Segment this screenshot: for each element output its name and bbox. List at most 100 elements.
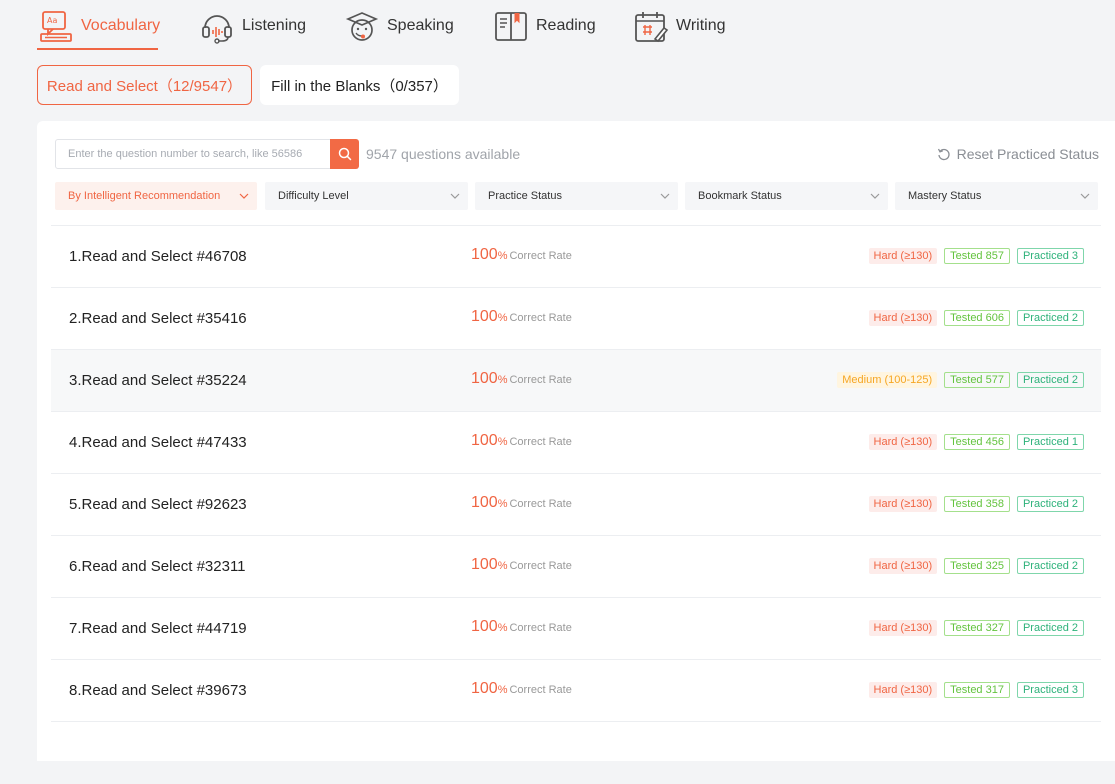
nav-tab-speaking[interactable]: Speaking	[343, 4, 454, 48]
chevron-down-icon	[660, 191, 670, 204]
correct-rate: 100% Correct Rate	[471, 556, 572, 573]
practiced-badge: Practiced 3	[1016, 248, 1084, 264]
nav-label: Listening	[242, 17, 307, 34]
difficulty-badge: Hard (≥130)	[868, 682, 938, 698]
question-title: 5.Read and Select #92623	[69, 496, 247, 513]
practiced-badge: Practiced 1	[1016, 434, 1084, 450]
subtab-fill-in-the-blanks[interactable]: Fill in the Blanks（0/357）	[260, 65, 459, 105]
rate-value: 100	[471, 370, 498, 387]
filter-practice-status[interactable]: Practice Status	[475, 182, 678, 210]
chevron-down-icon	[239, 191, 249, 204]
filter-label: Bookmark Status	[698, 190, 782, 202]
rate-label: Correct Rate	[509, 622, 572, 634]
question-row[interactable]: 5.Read and Select #92623 100% Correct Rat…	[51, 473, 1101, 536]
rate-value: 100	[471, 432, 498, 449]
filter-sort-recommendation[interactable]: By Intelligent Recommendation	[55, 182, 257, 210]
search-button[interactable]	[330, 139, 359, 169]
filter-label: Mastery Status	[908, 190, 982, 202]
correct-rate: 100% Correct Rate	[471, 680, 572, 697]
reset-practiced-status-button[interactable]: Reset Practiced Status	[937, 146, 1099, 162]
filter-label: Difficulty Level	[278, 190, 349, 202]
rate-value: 100	[471, 246, 498, 263]
practiced-badge: Practiced 3	[1016, 682, 1084, 698]
question-title: 4.Read and Select #47433	[69, 434, 247, 451]
nav-tab-writing[interactable]: Writing	[632, 4, 726, 48]
reset-label: Reset Practiced Status	[956, 146, 1099, 162]
practiced-badge: Practiced 2	[1016, 620, 1084, 636]
subtab-read-and-select[interactable]: Read and Select（12/9547）	[37, 65, 252, 105]
chevron-down-icon	[870, 191, 880, 204]
question-title: 6.Read and Select #32311	[69, 558, 246, 575]
tested-badge: Tested 456	[944, 434, 1010, 450]
rate-label: Correct Rate	[509, 560, 572, 572]
nav-label: Writing	[676, 17, 726, 34]
top-nav: Aa Vocabulary Listening Speaking Reading…	[0, 0, 1115, 58]
difficulty-badge: Hard (≥130)	[868, 434, 938, 450]
difficulty-badge: Medium (100-125)	[837, 372, 938, 388]
practiced-badge: Practiced 2	[1016, 310, 1084, 326]
question-row[interactable]: 4.Read and Select #47433 100% Correct Rat…	[51, 411, 1101, 474]
practiced-badge: Practiced 2	[1016, 372, 1084, 388]
rate-value: 100	[471, 494, 498, 511]
rate-label: Correct Rate	[509, 250, 572, 262]
question-row[interactable]: 3.Read and Select #35224 100% Correct Rat…	[51, 349, 1101, 412]
rate-label: Correct Rate	[509, 498, 572, 510]
speaking-icon	[343, 7, 381, 45]
tested-badge: Tested 325	[944, 558, 1010, 574]
nav-tab-reading[interactable]: Reading	[492, 4, 596, 48]
tested-badge: Tested 358	[944, 496, 1010, 512]
tested-badge: Tested 317	[944, 682, 1010, 698]
question-row[interactable]: 2.Read and Select #35416 100% Correct Rat…	[51, 287, 1101, 350]
difficulty-badge: Hard (≥130)	[868, 620, 938, 636]
difficulty-badge: Hard (≥130)	[868, 558, 938, 574]
correct-rate: 100% Correct Rate	[471, 618, 572, 635]
filter-label: Practice Status	[488, 190, 562, 202]
rate-value: 100	[471, 680, 498, 697]
rate-value: 100	[471, 618, 498, 635]
question-title: 8.Read and Select #39673	[69, 682, 247, 699]
tested-badge: Tested 327	[944, 620, 1010, 636]
svg-text:Aa: Aa	[47, 16, 57, 25]
question-title: 1.Read and Select #46708	[69, 248, 247, 265]
question-row[interactable]: 6.Read and Select #32311 100% Correct Rat…	[51, 535, 1101, 598]
difficulty-badge: Hard (≥130)	[868, 248, 938, 264]
book-icon	[492, 7, 530, 45]
nav-label: Reading	[536, 17, 596, 34]
question-title: 7.Read and Select #44719	[69, 620, 247, 637]
vocabulary-icon: Aa	[37, 7, 75, 45]
tested-badge: Tested 577	[944, 372, 1010, 388]
question-row[interactable]	[51, 721, 1101, 784]
reset-icon	[937, 147, 951, 161]
rate-value: 100	[471, 556, 498, 573]
search-icon	[338, 147, 352, 161]
question-row[interactable]: 8.Read and Select #39673 100% Correct Rat…	[51, 659, 1101, 722]
active-tab-underline	[37, 48, 158, 50]
difficulty-badge: Hard (≥130)	[868, 496, 938, 512]
correct-rate: 100% Correct Rate	[471, 308, 572, 325]
rate-label: Correct Rate	[509, 684, 572, 696]
chevron-down-icon	[1080, 191, 1090, 204]
tested-badge: Tested 606	[944, 310, 1010, 326]
filter-label: By Intelligent Recommendation	[68, 190, 221, 202]
headphones-icon	[198, 7, 236, 45]
writing-icon	[632, 7, 670, 45]
rate-value: 100	[471, 308, 498, 325]
question-title: 3.Read and Select #35224	[69, 372, 247, 389]
question-row[interactable]: 1.Read and Select #46708 100% Correct Rat…	[51, 225, 1101, 288]
filter-bookmark-status[interactable]: Bookmark Status	[685, 182, 888, 210]
filter-difficulty-level[interactable]: Difficulty Level	[265, 182, 468, 210]
correct-rate: 100% Correct Rate	[471, 246, 572, 263]
nav-tab-listening[interactable]: Listening	[198, 4, 306, 48]
rate-label: Correct Rate	[509, 436, 572, 448]
correct-rate: 100% Correct Rate	[471, 370, 572, 387]
correct-rate: 100% Correct Rate	[471, 432, 572, 449]
questions-available-text: 9547 questions available	[366, 146, 521, 162]
practiced-badge: Practiced 2	[1016, 558, 1084, 574]
rate-label: Correct Rate	[509, 312, 572, 324]
question-row[interactable]: 7.Read and Select #44719 100% Correct Rat…	[51, 597, 1101, 660]
chevron-down-icon	[450, 191, 460, 204]
filter-mastery-status[interactable]: Mastery Status	[895, 182, 1098, 210]
rate-label: Correct Rate	[509, 374, 572, 386]
search-input[interactable]	[55, 139, 331, 169]
nav-tab-vocabulary[interactable]: Aa Vocabulary	[37, 4, 160, 48]
